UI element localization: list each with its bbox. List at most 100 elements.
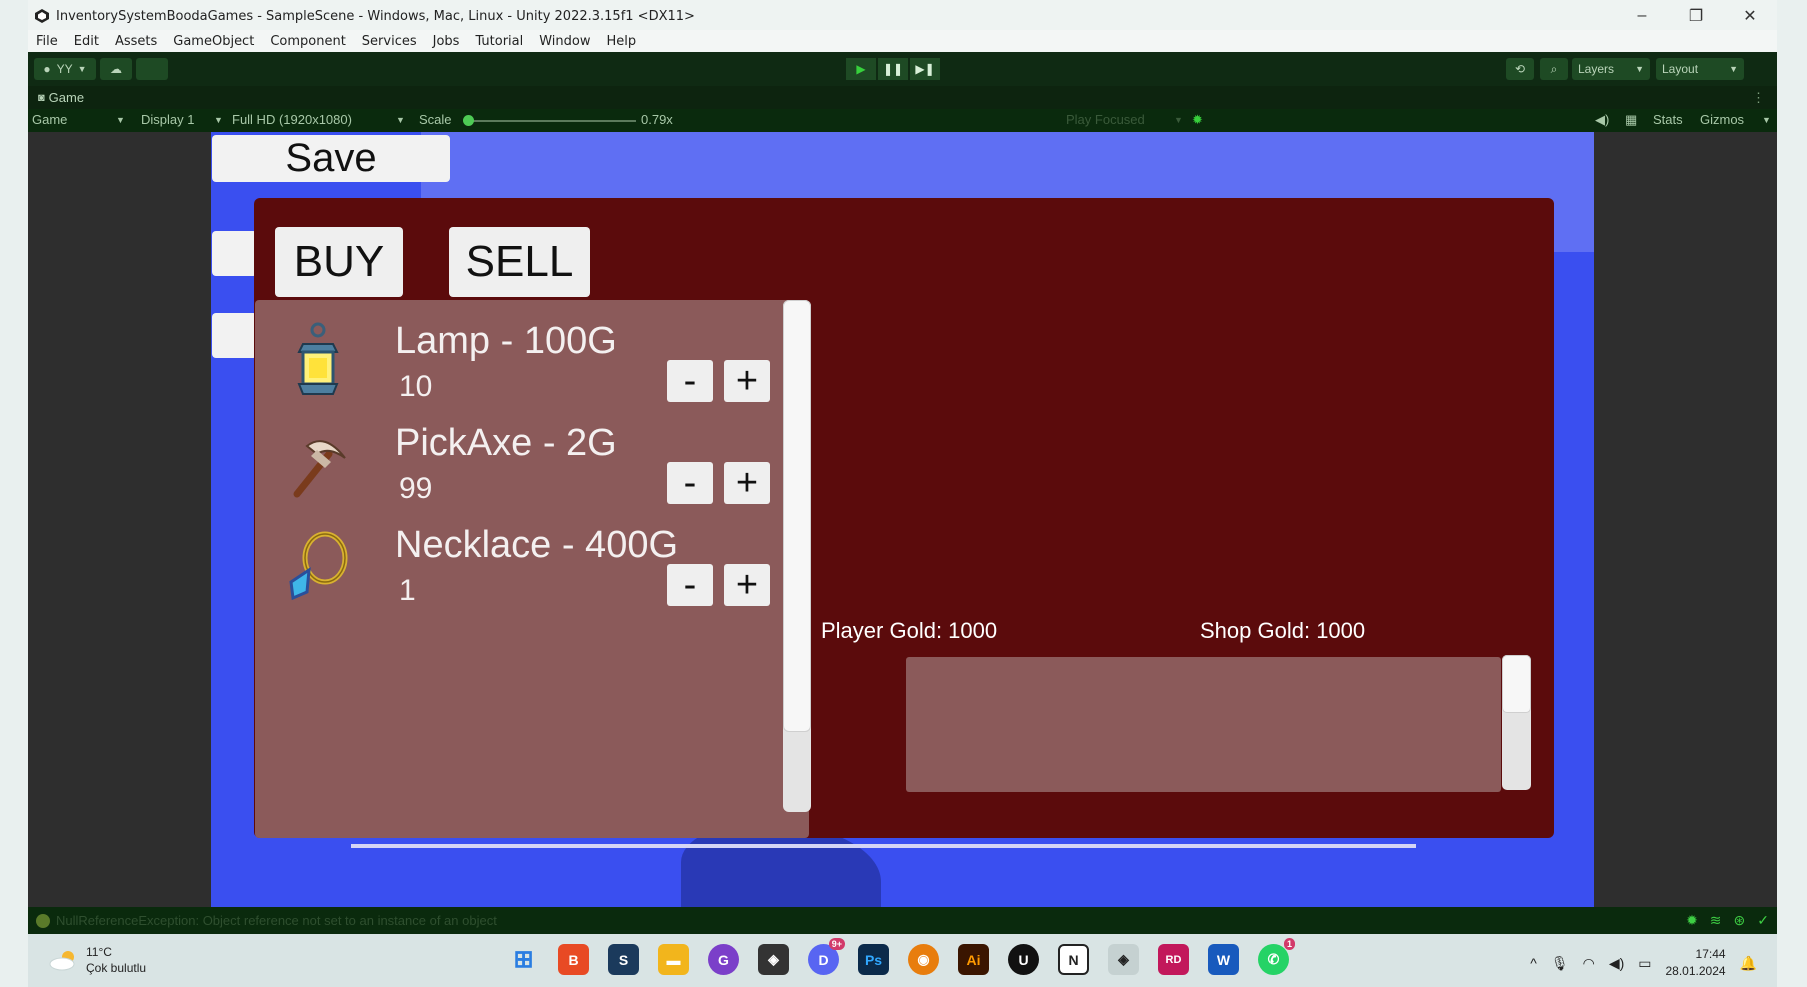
buy-tab-button[interactable]: BUY — [275, 227, 403, 297]
taskbar-app[interactable]: ◉ — [908, 944, 939, 975]
scale-slider-handle[interactable] — [463, 115, 474, 126]
necklace-icon — [289, 531, 348, 601]
network-icon[interactable]: ⊛ — [1734, 912, 1746, 929]
notification-bell-icon[interactable]: 🔔 — [1740, 955, 1757, 972]
taskbar-app[interactable]: RD — [1158, 944, 1189, 975]
resolution-dropdown[interactable]: Full HD (1920x1080) — [232, 112, 352, 127]
clock[interactable]: 17:44 28.01.2024 — [1666, 946, 1726, 980]
taskbar-app[interactable]: U — [1008, 944, 1039, 975]
taskbar-app[interactable]: B — [558, 944, 589, 975]
menu-services[interactable]: Services — [362, 34, 417, 49]
github-icon: G — [718, 951, 729, 968]
stats-button[interactable]: Stats — [1653, 112, 1683, 127]
taskbar-app[interactable]: N — [1058, 944, 1089, 975]
menu-tutorial[interactable]: Tutorial — [475, 34, 523, 49]
status-message[interactable]: NullReferenceException: Object reference… — [56, 913, 497, 928]
date: 28.01.2024 — [1665, 964, 1726, 978]
battery-icon[interactable]: ▭ — [1638, 955, 1651, 972]
chevron-down-icon: ▼ — [396, 115, 405, 125]
cloud-button[interactable]: ☁ — [100, 58, 132, 80]
gizmos-button[interactable]: Gizmos — [1700, 112, 1744, 127]
display-dropdown[interactable]: Display 1 — [141, 112, 194, 127]
scale-label: Scale — [419, 112, 452, 127]
item-list-scrollbar[interactable] — [783, 300, 811, 812]
increase-quantity-button[interactable]: + — [724, 360, 770, 402]
side-tab-button[interactable] — [212, 313, 257, 358]
close-button[interactable]: ✕ — [1723, 0, 1777, 32]
scrollbar-handle[interactable] — [783, 300, 811, 732]
taskbar-app[interactable]: ◈ — [758, 944, 789, 975]
menu-assets[interactable]: Assets — [115, 34, 157, 49]
sell-tab-button[interactable]: SELL — [449, 227, 590, 297]
mute-audio-icon[interactable]: ◀) — [1595, 112, 1609, 128]
notification-badge: 9+ — [828, 938, 845, 950]
transaction-panel — [906, 657, 1501, 792]
check-icon[interactable]: ✓ — [1757, 912, 1769, 929]
layers-status-icon[interactable]: ≋ — [1710, 912, 1722, 929]
increase-quantity-button[interactable]: + — [724, 462, 770, 504]
taskbar-app[interactable]: ✆ 1 — [1258, 938, 1295, 975]
taskbar-app[interactable]: W — [1208, 944, 1239, 975]
menu-window[interactable]: Window — [539, 34, 590, 49]
chevron-down-icon: ▼ — [1174, 115, 1183, 125]
taskbar-app[interactable]: Ps — [858, 944, 889, 975]
chevron-up-icon[interactable]: ^ — [1530, 955, 1537, 971]
menu-gameobject[interactable]: GameObject — [173, 34, 254, 49]
menu-edit[interactable]: Edit — [74, 34, 99, 49]
pause-button[interactable]: ❚❚ — [878, 58, 908, 80]
scale-slider-track[interactable] — [468, 120, 636, 122]
taskbar-app[interactable]: ◈ — [1108, 944, 1139, 975]
notion-icon: N — [1068, 951, 1079, 968]
item-name: Lamp - 100G — [395, 320, 617, 362]
stats-label: Stats — [1653, 112, 1683, 127]
layers-dropdown[interactable]: Layers ▼ — [1572, 58, 1650, 80]
item-list: Lamp - 100G 10 - + PickAxe - 2G 99 - + N… — [255, 300, 811, 838]
step-button[interactable]: ▶❚ — [910, 58, 940, 80]
game-viewport: Save BUY SELL Lamp - 100G 10 - + PickAxe… — [28, 132, 1777, 907]
tab-game[interactable]: Game — [49, 90, 84, 105]
menu-file[interactable]: File — [36, 34, 58, 49]
decrease-quantity-button[interactable]: - — [667, 564, 713, 606]
save-button[interactable]: Save — [212, 135, 450, 182]
decrease-quantity-button[interactable]: - — [667, 360, 713, 402]
taskbar-app[interactable]: S — [608, 944, 639, 975]
main-toolbar: ● YY ▼ ☁ ▶ ❚❚ ▶❚ ⟲ ⌕ Layers ▼ Layout ▼ — [28, 52, 1777, 86]
windows-taskbar: 11°C Çok bulutlu ⊞ B S ▬ G ◈ D 9+ Ps ◉ Ai… — [28, 934, 1777, 987]
transaction-scrollbar[interactable] — [1502, 655, 1531, 790]
menu-component[interactable]: Component — [270, 34, 345, 49]
weather-widget[interactable]: 11°C Çok bulutlu — [48, 944, 146, 976]
volume-icon[interactable]: ◀) — [1609, 955, 1624, 972]
restore-button[interactable]: ❐ — [1669, 0, 1723, 32]
menu-help[interactable]: Help — [607, 34, 637, 49]
side-tab-button[interactable] — [212, 231, 257, 276]
collab-button[interactable] — [136, 58, 168, 80]
gamepad-icon: ◙ — [38, 91, 45, 104]
more-options-icon[interactable]: ⋮ — [1752, 90, 1765, 106]
taskbar-app[interactable]: G — [708, 944, 739, 975]
taskbar-app[interactable]: ⊞ — [508, 944, 539, 975]
view-dropdown[interactable]: Game — [32, 112, 67, 127]
decrease-quantity-button[interactable]: - — [667, 462, 713, 504]
scrollbar-handle[interactable] — [1502, 655, 1531, 713]
layout-dropdown[interactable]: Layout ▼ — [1656, 58, 1744, 80]
item-quantity: 10 — [399, 370, 433, 403]
play-button[interactable]: ▶ — [846, 58, 876, 80]
minimize-button[interactable]: – — [1615, 0, 1669, 32]
taskbar-app[interactable]: ▬ — [658, 944, 689, 975]
taskbar-app[interactable]: Ai — [958, 944, 989, 975]
search-button[interactable]: ⌕ — [1540, 58, 1568, 80]
increase-quantity-button[interactable]: + — [724, 564, 770, 606]
menu-jobs[interactable]: Jobs — [433, 34, 460, 49]
history-button[interactable]: ⟲ — [1506, 58, 1534, 80]
wifi-icon[interactable]: ◠ — [1583, 955, 1595, 972]
account-dropdown[interactable]: ● YY ▼ — [34, 58, 96, 80]
bug-icon[interactable]: ✹ — [1192, 112, 1203, 128]
microphone-icon[interactable]: 🎙 — [1551, 955, 1569, 972]
debug-icon[interactable]: ✹ — [1686, 912, 1698, 929]
keyboard-shortcuts-icon[interactable]: ▦ — [1625, 112, 1637, 128]
item-name: Necklace - 400G — [395, 524, 679, 566]
console-status-bar[interactable]: NullReferenceException: Object reference… — [28, 907, 1777, 934]
taskbar-app[interactable]: D 9+ — [808, 938, 845, 975]
play-focused-dropdown[interactable]: Play Focused — [1066, 112, 1145, 127]
chevron-down-icon: ▼ — [116, 115, 125, 125]
